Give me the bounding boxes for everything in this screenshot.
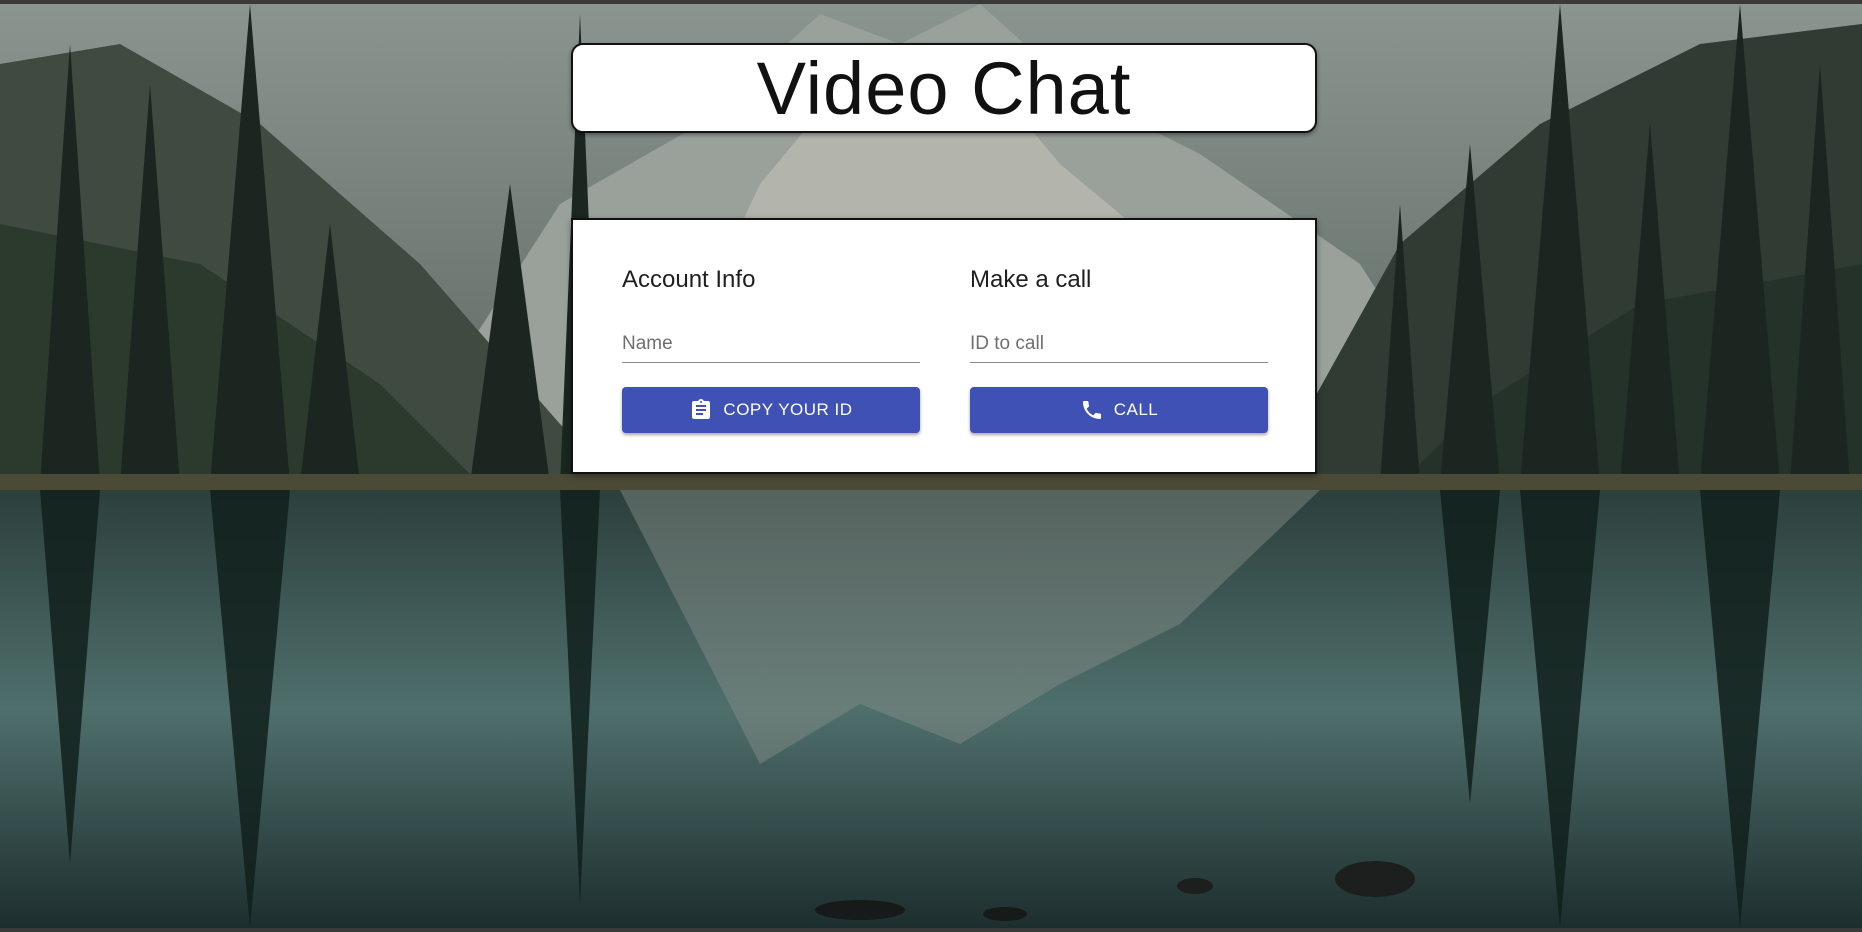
- page-title: Video Chat: [756, 46, 1132, 130]
- clipboard-icon: [689, 398, 713, 422]
- id-to-call-input[interactable]: [970, 329, 1268, 359]
- app-title-box: Video Chat: [571, 43, 1317, 133]
- phone-icon: [1080, 398, 1104, 422]
- id-to-call-field-wrapper: [970, 329, 1268, 363]
- call-button[interactable]: CALL: [970, 387, 1268, 433]
- call-label: CALL: [1113, 400, 1159, 419]
- control-panel: Account Info COPY YOUR ID Make a call CA…: [571, 218, 1317, 474]
- account-info-section: Account Info COPY YOUR ID: [622, 264, 920, 433]
- copy-your-id-label: COPY YOUR ID: [723, 400, 853, 419]
- name-input[interactable]: [622, 329, 920, 359]
- account-info-heading: Account Info: [622, 266, 756, 293]
- name-field-wrapper: [622, 329, 920, 363]
- copy-your-id-button[interactable]: COPY YOUR ID: [622, 387, 920, 433]
- make-a-call-heading: Make a call: [970, 266, 1092, 293]
- make-a-call-section: Make a call CALL: [970, 264, 1268, 433]
